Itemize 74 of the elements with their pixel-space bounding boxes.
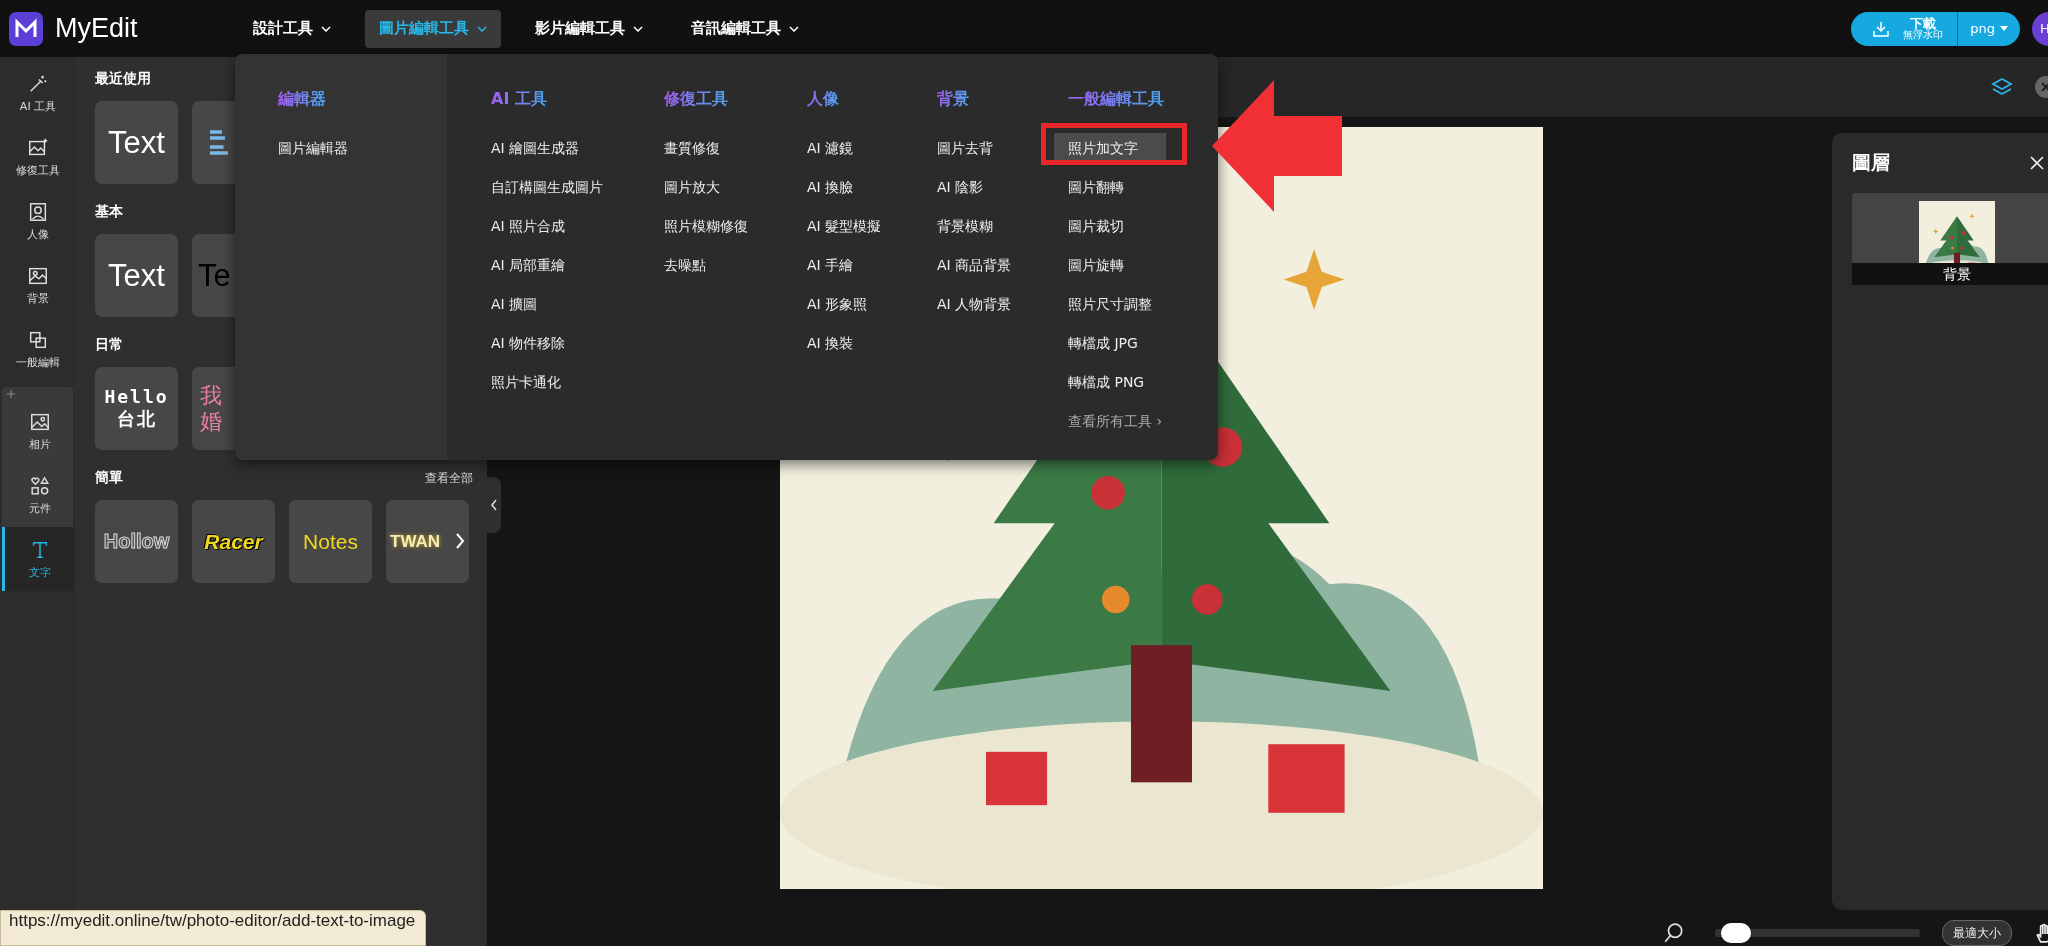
menu-item[interactable]: 自訂構圖生成圖片 bbox=[491, 168, 603, 207]
section-title: 簡單 bbox=[95, 469, 123, 487]
caret-icon bbox=[789, 25, 799, 32]
menu-item[interactable]: AI 陰影 bbox=[937, 168, 984, 207]
nav-menu[interactable]: 音訊編輯工具 bbox=[677, 9, 813, 48]
menu-item[interactable]: 圖片去背 bbox=[937, 129, 993, 168]
caret-icon bbox=[633, 25, 643, 32]
text-style-tile[interactable]: 我 婚 bbox=[192, 367, 235, 450]
text-style-tile[interactable]: TWAN bbox=[386, 500, 469, 583]
layer-name: 背景 bbox=[1852, 263, 2048, 285]
layer-item[interactable]: 背景 bbox=[1852, 193, 2048, 285]
user-avatar[interactable]: H bbox=[2032, 11, 2048, 46]
menu-item[interactable]: 背景模糊 bbox=[937, 207, 993, 246]
menu-item[interactable]: AI 物件移除 bbox=[491, 324, 566, 363]
collapse-panel-button[interactable] bbox=[487, 477, 501, 533]
view-all-tools-link[interactable]: 查看所有工具 › bbox=[1068, 402, 1218, 441]
nav-menu[interactable]: 影片編輯工具 bbox=[521, 9, 657, 48]
menu-item[interactable]: 去噪點 bbox=[664, 246, 706, 285]
menu-item[interactable]: AI 商品背景 bbox=[937, 246, 1012, 285]
text-style-tile[interactable]: Text bbox=[95, 234, 178, 317]
shapes-icon bbox=[29, 474, 51, 497]
sidebar-item[interactable]: 修復工具 bbox=[0, 125, 73, 189]
menu-item[interactable]: 圖片編輯器 bbox=[278, 129, 348, 168]
caret-icon bbox=[321, 25, 331, 32]
fit-size-button[interactable]: 最適大小 bbox=[1942, 920, 2012, 946]
menu-item[interactable]: 照片模糊修復 bbox=[664, 207, 748, 246]
view-all-link[interactable]: 查看全部 bbox=[425, 469, 473, 487]
search-icon[interactable] bbox=[1663, 922, 1685, 944]
sidebar-item[interactable]: 元件 bbox=[2, 463, 75, 527]
menu-item[interactable]: 照片尺寸調整 bbox=[1068, 285, 1152, 324]
menu-item[interactable]: AI 手繪 bbox=[807, 246, 854, 285]
menu-item[interactable]: 圖片旋轉 bbox=[1068, 246, 1124, 285]
menu-item[interactable]: 畫質修復 bbox=[664, 129, 720, 168]
menu-item[interactable]: AI 擴圖 bbox=[491, 285, 538, 324]
panel-title: 圖層 bbox=[1852, 150, 1890, 175]
section-title: 最近使用 bbox=[95, 70, 151, 88]
sidebar-item[interactable]: 相片 bbox=[2, 399, 75, 463]
section-title: 基本 bbox=[95, 203, 123, 221]
nav-menu[interactable]: 設計工具 bbox=[239, 9, 345, 48]
menu-item[interactable]: 轉檔成 JPG bbox=[1068, 324, 1138, 363]
menu-item[interactable]: 照片卡通化 bbox=[491, 363, 561, 402]
menu-item[interactable]: AI 照片合成 bbox=[491, 207, 566, 246]
menu-item[interactable]: AI 濾鏡 bbox=[807, 129, 854, 168]
app-name: MyEdit bbox=[55, 13, 138, 44]
text-style-tile[interactable]: Hello 台北 bbox=[95, 367, 178, 450]
sidebar-item[interactable]: 一般編輯 bbox=[0, 317, 73, 381]
link-url-tooltip: https://myedit.online/tw/photo-editor/add-text-to-image bbox=[0, 910, 427, 946]
menu-item[interactable]: 圖片翻轉 bbox=[1068, 168, 1124, 207]
menu-item[interactable]: AI 髮型模擬 bbox=[807, 207, 882, 246]
menu-item[interactable]: 轉檔成 PNG bbox=[1068, 363, 1145, 402]
menu-item[interactable]: AI 形象照 bbox=[807, 285, 868, 324]
sidebar-item[interactable]: 文字 bbox=[2, 527, 75, 591]
close-icon[interactable] bbox=[2030, 156, 2044, 170]
menu-item[interactable]: AI 換臉 bbox=[807, 168, 854, 207]
logo-icon[interactable] bbox=[9, 11, 43, 46]
sidebar-item[interactable]: AI 工具 bbox=[0, 61, 73, 125]
text-style-tile[interactable]: Racer bbox=[192, 500, 275, 583]
text-style-tile[interactable]: Notes bbox=[289, 500, 372, 583]
chevron-left-icon bbox=[490, 498, 498, 512]
text-style-tile[interactable]: Text bbox=[95, 101, 178, 184]
sidebar-item[interactable]: 人像 bbox=[0, 189, 73, 253]
menu-item[interactable]: 圖片裁切 bbox=[1068, 207, 1124, 246]
add-icon[interactable] bbox=[6, 389, 16, 399]
section-title: 日常 bbox=[95, 336, 123, 354]
menu-item[interactable]: 圖片放大 bbox=[664, 168, 720, 207]
nav-menu[interactable]: 圖片編輯工具 bbox=[365, 9, 501, 48]
caret-icon bbox=[2000, 26, 2008, 31]
portrait-icon bbox=[27, 200, 49, 223]
sidebar-item[interactable]: 背景 bbox=[0, 253, 73, 317]
menu-item[interactable]: AI 換裝 bbox=[807, 324, 854, 363]
menu-item[interactable]: AI 繪圖生成器 bbox=[491, 129, 580, 168]
menu-item[interactable]: AI 人物背景 bbox=[937, 285, 1012, 324]
caret-icon bbox=[477, 25, 487, 32]
menu-item[interactable]: AI 局部重繪 bbox=[491, 246, 566, 285]
